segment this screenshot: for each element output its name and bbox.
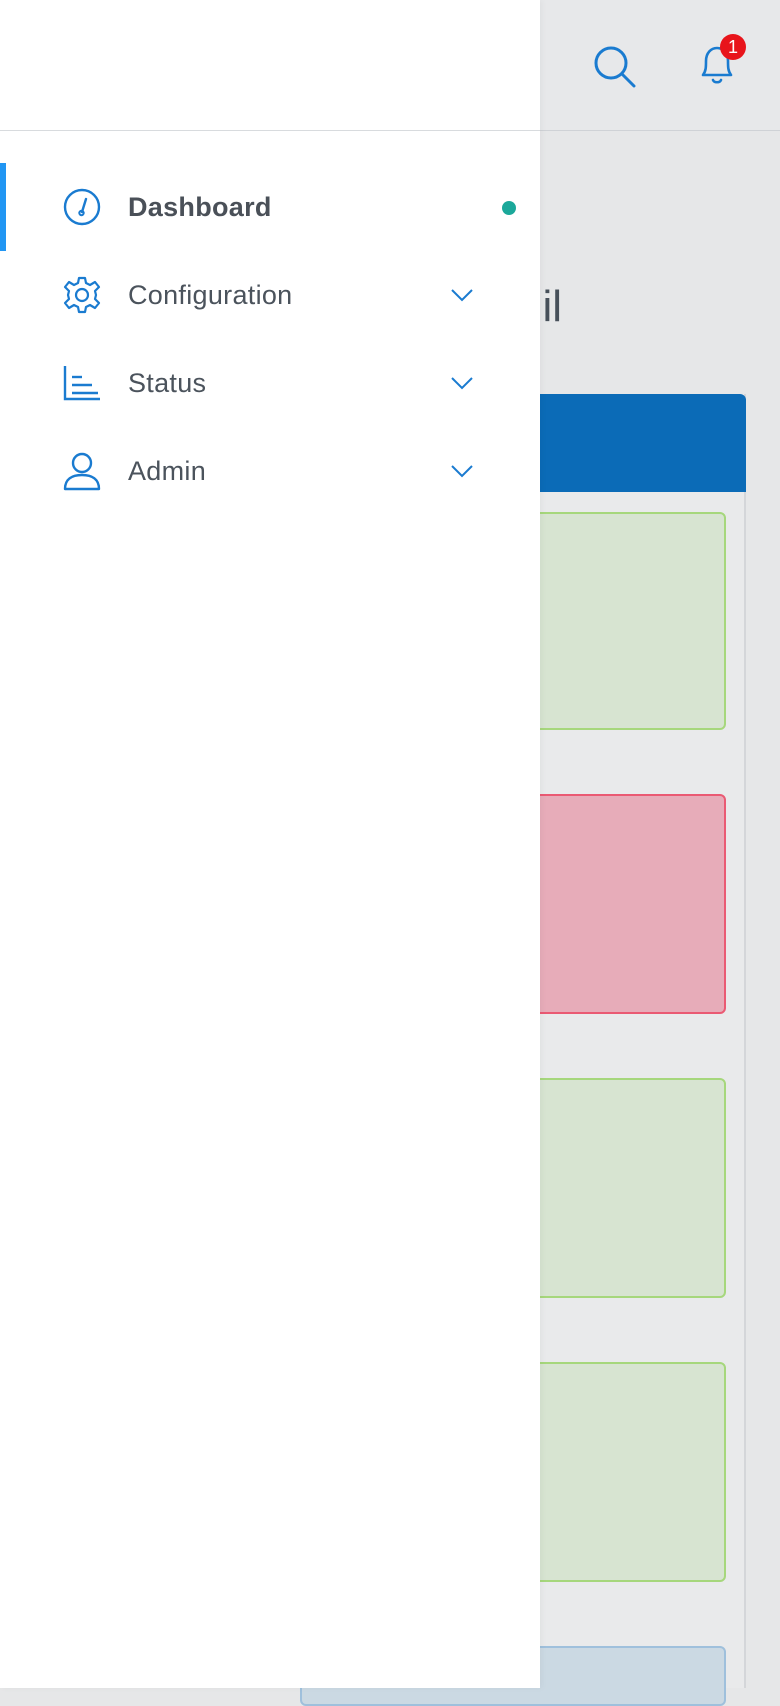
notification-badge: 1 xyxy=(720,34,746,60)
user-icon xyxy=(62,451,102,491)
bar-chart-icon xyxy=(62,363,102,403)
search-icon xyxy=(594,46,636,88)
sidebar-item-label: Dashboard xyxy=(128,191,272,222)
sidebar-item-label: Admin xyxy=(128,455,207,486)
chevron-down-icon[interactable] xyxy=(448,369,476,397)
dashboard-gauge-icon xyxy=(62,187,102,227)
navigation-drawer: Dashboard Configuration Status Admin xyxy=(0,0,540,1688)
active-indicator-dot xyxy=(502,201,516,215)
search-button[interactable] xyxy=(586,38,644,96)
sidebar-item-label: Status xyxy=(128,367,207,398)
sidebar-item-configuration[interactable]: Configuration xyxy=(0,251,540,339)
drawer-header xyxy=(0,0,540,131)
chevron-down-icon[interactable] xyxy=(448,457,476,485)
gear-icon xyxy=(62,275,102,315)
sidebar-item-admin[interactable]: Admin xyxy=(0,427,540,515)
sidebar-item-status[interactable]: Status xyxy=(0,339,540,427)
sidebar-item-label: Configuration xyxy=(128,279,293,310)
chevron-down-icon[interactable] xyxy=(448,281,476,309)
sidebar-item-dashboard[interactable]: Dashboard xyxy=(0,163,540,251)
sidebar-nav: Dashboard Configuration Status Admin xyxy=(0,131,540,515)
